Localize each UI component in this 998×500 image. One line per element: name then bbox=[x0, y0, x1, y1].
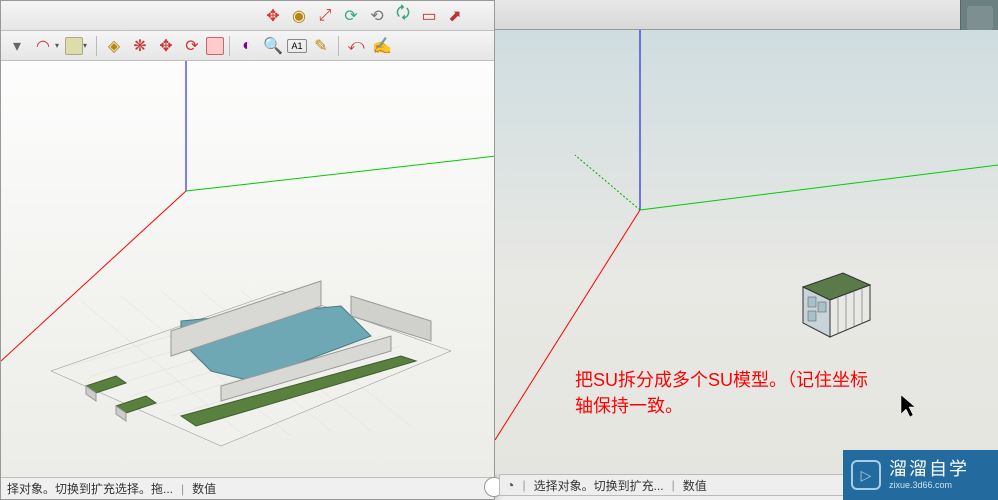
swirl-icon[interactable]: ❋ bbox=[128, 34, 152, 58]
rect-icon[interactable]: ▭ bbox=[417, 4, 441, 28]
palette-icon[interactable]: ◐ bbox=[235, 34, 259, 58]
watermark: ▷ 溜溜自学 zixue.3d66.com bbox=[843, 450, 998, 500]
toolbar-top: ✥ ◉ ⤢ ⟳ ⟲ 🗘 ▭ ⬈ bbox=[1, 1, 494, 31]
dropdown-1[interactable]: ▾ bbox=[5, 34, 29, 58]
sync-icon[interactable]: 🗘 bbox=[391, 4, 415, 28]
move4-icon[interactable]: ✥ bbox=[154, 34, 178, 58]
separator bbox=[229, 36, 230, 56]
arc-dropdown[interactable]: ▾ bbox=[55, 41, 63, 50]
left-status-bar: 择对象。切换到扩充选择。拖... | 数值 bbox=[1, 477, 494, 499]
annotation-text: 把SU拆分成多个SU模型。（记住坐标 轴保持一致。 bbox=[575, 367, 868, 419]
text-label-icon[interactable]: A1 bbox=[287, 39, 307, 53]
right-toolbar-bg bbox=[495, 0, 998, 30]
separator bbox=[96, 36, 97, 56]
arc-icon[interactable]: ◠ bbox=[31, 34, 55, 58]
rect-dropdown[interactable]: ▾ bbox=[83, 41, 91, 50]
left-window: ✥ ◉ ⤢ ⟳ ⟲ 🗘 ▭ ⬈ ▾ ◠ ▾ ▾ ◈ ❋ ✥ ⟳ ◐ 🔍 A1 ✎ bbox=[0, 0, 495, 500]
toolbar-second: ▾ ◠ ▾ ▾ ◈ ❋ ✥ ⟳ ◐ 🔍 A1 ✎ ⤺ ✍ bbox=[1, 31, 494, 61]
left-viewport[interactable] bbox=[1, 61, 494, 477]
move-icon[interactable]: ✥ bbox=[261, 4, 285, 28]
watermark-title: 溜溜自学 bbox=[889, 459, 969, 481]
rotate-cw-icon[interactable]: ⟳ bbox=[339, 4, 363, 28]
watermark-url: zixue.3d66.com bbox=[889, 480, 969, 491]
brush2-icon[interactable]: ✍ bbox=[370, 34, 394, 58]
building-model bbox=[788, 265, 878, 345]
status-separator: | bbox=[181, 482, 184, 496]
watermark-text: 溜溜自学 zixue.3d66.com bbox=[889, 459, 969, 491]
play-icon: ▷ bbox=[851, 460, 881, 490]
rotate-icon[interactable]: ◉ bbox=[287, 4, 311, 28]
right-window: 把SU拆分成多个SU模型。（记住坐标 轴保持一致。 ◔ | 选择对象。切换到扩充… bbox=[495, 0, 998, 500]
search-icon[interactable]: 🔍 bbox=[261, 34, 285, 58]
status-hint: 选择对象。切换到扩充... bbox=[534, 477, 664, 494]
rotate-ccw-icon[interactable]: ⟲ bbox=[365, 4, 389, 28]
scale-icon[interactable]: ⤢ bbox=[313, 4, 337, 28]
landscape-model bbox=[21, 261, 471, 461]
brush-icon[interactable]: ⬈ bbox=[443, 4, 467, 28]
sidebar-tool-1[interactable] bbox=[967, 6, 993, 30]
status-separator: | bbox=[522, 478, 525, 492]
value-label: 数值 bbox=[192, 480, 216, 497]
annotation-line1: 把SU拆分成多个SU模型。（记住坐标 bbox=[575, 367, 868, 393]
annotation-line2: 轴保持一致。 bbox=[575, 393, 868, 419]
separator bbox=[338, 36, 339, 56]
redo-icon[interactable]: ⤺ bbox=[344, 34, 368, 58]
status-separator: | bbox=[672, 478, 675, 492]
value-label: 数值 bbox=[683, 477, 707, 494]
status-tool-icon: ◔ bbox=[506, 477, 514, 493]
anchor-icon[interactable]: ◈ bbox=[102, 34, 126, 58]
select-rect-icon[interactable] bbox=[206, 37, 224, 55]
right-viewport[interactable]: 把SU拆分成多个SU模型。（记住坐标 轴保持一致。 bbox=[495, 30, 998, 474]
refresh-icon[interactable]: ⟳ bbox=[180, 34, 204, 58]
annotation-cursor-icon bbox=[898, 392, 918, 422]
rect-fill-icon[interactable] bbox=[65, 37, 83, 55]
paint-icon[interactable]: ✎ bbox=[309, 34, 333, 58]
status-hint: 择对象。切换到扩充选择。拖... bbox=[7, 480, 173, 497]
